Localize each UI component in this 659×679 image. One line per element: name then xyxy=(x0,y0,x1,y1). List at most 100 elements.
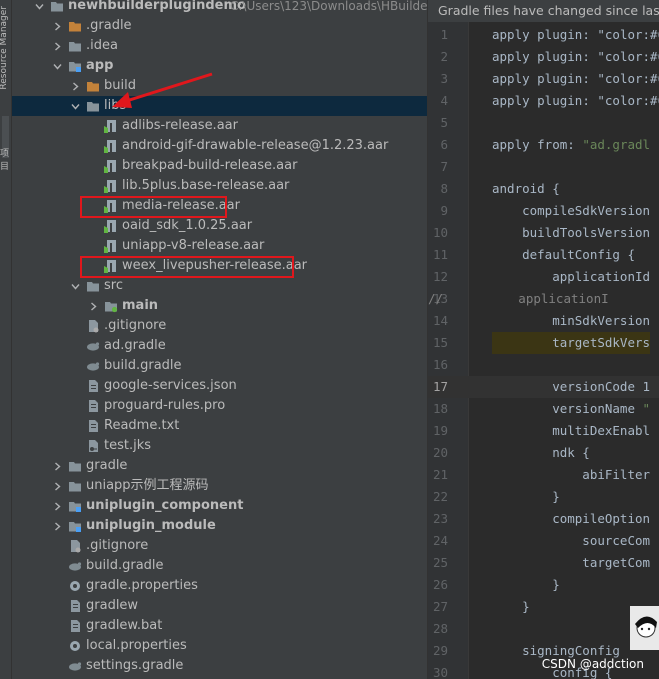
code-line[interactable]: 5 xyxy=(428,112,659,134)
tree-row[interactable]: .idea xyxy=(12,36,427,56)
chevron-right-icon[interactable] xyxy=(52,456,62,476)
key-file-icon xyxy=(86,439,100,453)
tree-item-label: test.jks xyxy=(104,438,152,453)
chevron-down-icon[interactable] xyxy=(70,276,80,296)
tree-row[interactable]: gradle.properties xyxy=(12,576,427,596)
tree-row[interactable]: gradlew xyxy=(12,596,427,616)
code-line[interactable]: 2 apply plugin: "color:#6a8759">'org.je xyxy=(428,46,659,68)
line-number: 24 xyxy=(432,533,448,548)
code-text: } xyxy=(492,489,560,504)
code-text: ndk { xyxy=(492,445,590,460)
tree-row[interactable]: lib.5plus.base-release.aar xyxy=(12,176,427,196)
chevron-right-icon[interactable] xyxy=(52,16,62,36)
gitignore-file-icon xyxy=(68,539,82,553)
folder-icon xyxy=(68,459,82,473)
folder-orange-icon xyxy=(86,79,100,93)
chevron-right-icon[interactable] xyxy=(52,516,62,536)
line-number: 8 xyxy=(440,181,448,196)
code-editor[interactable]: Gradle files have changed since last pro… xyxy=(427,0,659,679)
code-line[interactable]: 21 abiFilter xyxy=(428,464,659,486)
aar-file-icon xyxy=(104,139,118,153)
chevron-down-icon[interactable] xyxy=(70,96,80,116)
code-line[interactable]: 24 sourceCom xyxy=(428,530,659,552)
tree-row[interactable]: main xyxy=(12,296,427,316)
chevron-down-icon[interactable] xyxy=(34,0,44,16)
tree-row[interactable]: adlibs-release.aar xyxy=(12,116,427,136)
code-line[interactable]: 18 versionName " xyxy=(428,398,659,420)
line-number: 26 xyxy=(432,577,448,592)
code-line[interactable]: 23 compileOption xyxy=(428,508,659,530)
code-line[interactable]: 16 xyxy=(428,354,659,376)
code-line[interactable]: 7 xyxy=(428,156,659,178)
resource-manager-tab[interactable]: Resource Manager xyxy=(0,6,9,90)
tree-row[interactable]: proguard-rules.pro xyxy=(12,396,427,416)
code-line[interactable]: 6 apply from: "ad.gradl xyxy=(428,134,659,156)
code-text: compileOption xyxy=(492,511,651,526)
code-text: apply plugin: "color:#6a8759">'com.go xyxy=(492,93,659,108)
code-line[interactable]: 15 targetSdkVers xyxy=(428,332,659,354)
tree-row[interactable]: android-gif-drawable-release@1.2.23.aar xyxy=(12,136,427,156)
tree-item-label: .gitignore xyxy=(104,318,167,333)
text-file-icon xyxy=(86,399,100,413)
chevron-right-icon[interactable] xyxy=(52,36,62,56)
code-line[interactable]: 8 android { xyxy=(428,178,659,200)
chevron-right-icon[interactable] xyxy=(70,76,80,96)
code-line[interactable]: 12 applicationId xyxy=(428,266,659,288)
tree-row[interactable]: Readme.txt xyxy=(12,416,427,436)
code-line[interactable]: 27 } xyxy=(428,596,659,618)
tree-item-label: uniplugin_module xyxy=(86,518,216,533)
chevron-right-icon[interactable] xyxy=(52,496,62,516)
tree-row[interactable]: oaid_sdk_1.0.25.aar xyxy=(12,216,427,236)
line-number: 11 xyxy=(432,247,448,262)
code-line[interactable]: 28 xyxy=(428,618,659,640)
tree-row[interactable]: gradle xyxy=(12,456,427,476)
tree-row[interactable]: build.gradle xyxy=(12,556,427,576)
highlight-box-media xyxy=(80,196,227,218)
code-line[interactable]: 19 multiDexEnabl xyxy=(428,420,659,442)
tree-row[interactable]: test.jks xyxy=(12,436,427,456)
tree-row[interactable]: newhbuilderplugindemo C:\Users\123\Downlo… xyxy=(12,0,427,16)
tree-row[interactable]: build.gradle xyxy=(12,356,427,376)
tree-row[interactable]: google-services.json xyxy=(12,376,427,396)
code-line[interactable]: 17 versionCode 1 xyxy=(428,376,659,398)
code-line[interactable]: 20 ndk { xyxy=(428,442,659,464)
code-line[interactable]: 26 } xyxy=(428,574,659,596)
tree-row[interactable]: uniapp-v8-release.aar xyxy=(12,236,427,256)
code-line[interactable]: 9 compileSdkVersion xyxy=(428,200,659,222)
aar-file-icon xyxy=(104,119,118,133)
tree-row[interactable]: settings.gradle xyxy=(12,656,427,676)
code-line[interactable]: 14 minSdkVersion xyxy=(428,310,659,332)
code-line[interactable]: 4 apply plugin: "color:#6a8759">'com.go xyxy=(428,90,659,112)
tree-item-label: oaid_sdk_1.0.25.aar xyxy=(122,218,253,233)
code-line[interactable]: 1 apply plugin: "color:#6a8759">'com.an xyxy=(428,24,659,46)
tree-row[interactable]: gradlew.bat xyxy=(12,616,427,636)
tree-row[interactable]: .gitignore xyxy=(12,316,427,336)
tree-row[interactable]: src xyxy=(12,276,427,296)
code-line[interactable]: 25 targetCom xyxy=(428,552,659,574)
gradle-file-icon xyxy=(86,339,100,353)
tree-row[interactable]: local.properties xyxy=(12,636,427,656)
tree-item-label: .idea xyxy=(86,38,118,53)
tree-item-label: local.properties xyxy=(86,638,187,653)
code-line[interactable]: 13// applicationI xyxy=(428,288,659,310)
code-line[interactable]: 10 buildToolsVersion xyxy=(428,222,659,244)
tree-row[interactable]: uniplugin_module xyxy=(12,516,427,536)
chevron-right-icon[interactable] xyxy=(52,476,62,496)
tree-item-label: newhbuilderplugindemo xyxy=(68,0,246,13)
tree-item-label: uniapp-v8-release.aar xyxy=(122,238,265,253)
tree-row[interactable]: ad.gradle xyxy=(12,336,427,356)
tree-item-label: ad.gradle xyxy=(104,338,166,353)
tree-row[interactable]: uniapp示例工程源码 xyxy=(12,476,427,496)
code-line[interactable]: 22 } xyxy=(428,486,659,508)
chevron-right-icon[interactable] xyxy=(88,296,98,316)
tree-row[interactable]: uniplugin_component xyxy=(12,496,427,516)
tree-row[interactable]: .gitignore xyxy=(12,536,427,556)
tree-row[interactable]: breakpad-build-release.aar xyxy=(12,156,427,176)
tree-row[interactable]: .gradle xyxy=(12,16,427,36)
line-number: 22 xyxy=(432,489,448,504)
chevron-down-icon[interactable] xyxy=(52,56,62,76)
code-line[interactable]: 3 apply plugin: "color:#6a8759">'com.go xyxy=(428,68,659,90)
line-number: 29 xyxy=(432,643,448,658)
code-line[interactable]: 11 defaultConfig { xyxy=(428,244,659,266)
project-tab[interactable]: 项目 xyxy=(0,146,11,172)
